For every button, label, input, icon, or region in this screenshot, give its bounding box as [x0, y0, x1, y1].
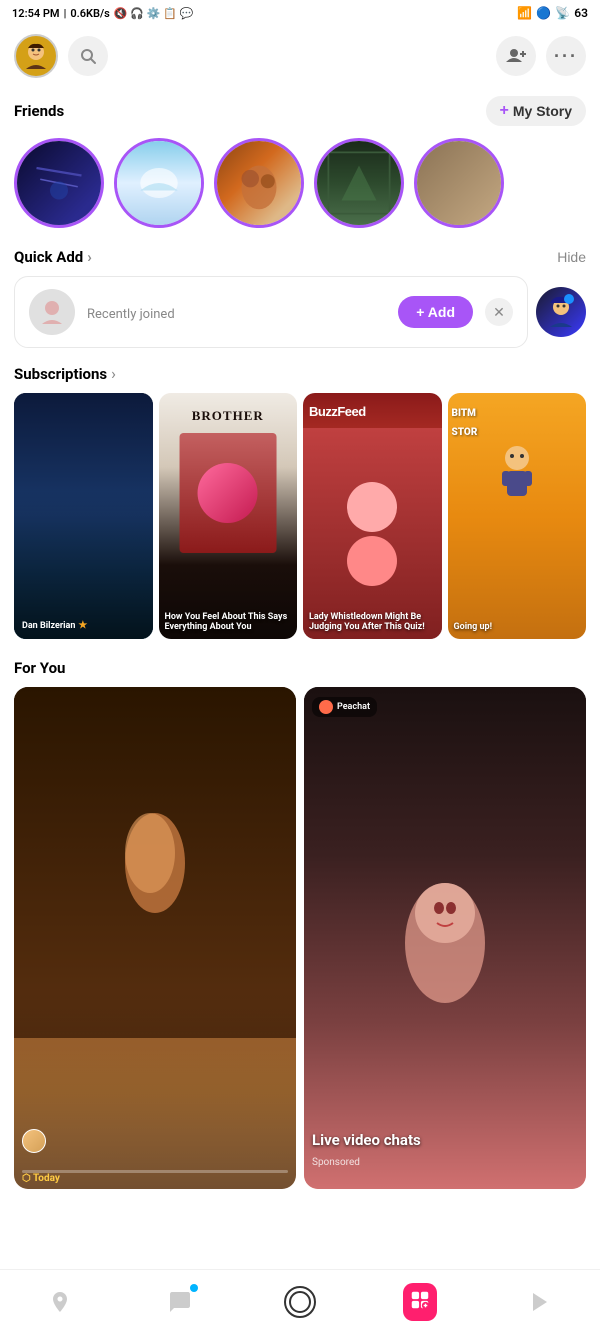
friends-title: Friends — [14, 102, 64, 120]
discover-active-background — [403, 1283, 437, 1321]
hide-button[interactable]: Hide — [557, 249, 586, 265]
bottom-navigation — [0, 1269, 600, 1333]
wifi-icon: 📶 — [517, 6, 532, 20]
subscriptions-title: Subscriptions — [14, 365, 107, 383]
story-item-2[interactable] — [114, 138, 204, 228]
add-friend-button[interactable] — [496, 36, 536, 76]
more-options-button[interactable]: ··· — [546, 36, 586, 76]
verified-star: ★ — [78, 620, 87, 631]
friends-section-header: Friends + My Story — [0, 86, 600, 132]
for-you-title: For You — [14, 659, 586, 677]
battery-text: 63 — [574, 6, 588, 20]
dismiss-button[interactable]: ✕ — [485, 298, 513, 326]
status-icons: 🔇 🎧 ⚙️ 📋 💬 — [114, 7, 193, 20]
app-header: ··· — [0, 26, 600, 86]
subscriptions-chevron: › — [111, 364, 116, 383]
brother-card-label: How You Feel About This Says Everything … — [165, 612, 292, 634]
add-button-label: + Add — [416, 304, 455, 320]
buzzfeed-card-label: Lady Whistledown Might Be Judging You Af… — [309, 612, 436, 634]
status-left: 12:54 PM | 0.6KB/s 🔇 🎧 ⚙️ 📋 💬 — [12, 7, 193, 20]
person-avatar — [29, 289, 75, 335]
status-network: | — [64, 7, 67, 20]
status-speed: 0.6KB/s — [70, 7, 110, 20]
bitmoji-card-label: Going up! — [454, 622, 581, 633]
quick-add-info: Recently joined — [87, 303, 386, 322]
my-story-label: My Story — [513, 103, 572, 119]
nav-spotlight[interactable] — [516, 1278, 564, 1326]
quick-add-section: Quick Add › Hide Recently joined + Add ✕ — [0, 242, 600, 354]
quick-add-title: Quick Add › — [14, 248, 92, 266]
sub-card-brother[interactable]: BROTHER How You Feel About This Says Eve… — [159, 393, 298, 639]
dan-bilzerian-label: Dan Bilzerian ★ — [22, 620, 87, 631]
story-item-3[interactable] — [214, 138, 304, 228]
quick-add-chevron: › — [87, 248, 92, 266]
story-item-1[interactable] — [14, 138, 104, 228]
side-avatar[interactable] — [536, 287, 586, 337]
my-story-button[interactable]: + My Story — [486, 96, 586, 126]
subscriptions-section: Subscriptions › Dan Bilzerian ★ BROTHER — [0, 354, 600, 649]
header-right: ··· — [496, 36, 586, 76]
quick-add-header: Quick Add › Hide — [14, 248, 586, 266]
sub-card-bitmoji[interactable]: BITMSTOR Going up! — [448, 393, 587, 639]
add-button[interactable]: + Add — [398, 296, 473, 328]
sub-card-buzzfeed[interactable]: BuzzFeed Lady Whistledown Might Be Judgi… — [303, 393, 442, 639]
header-left — [14, 34, 108, 78]
peachat-logo-text: Peachat — [337, 702, 370, 712]
today-label: ⬡ Today — [22, 1173, 60, 1184]
subscriptions-grid: Dan Bilzerian ★ BROTHER How You Feel Abo… — [14, 393, 586, 639]
bluetooth-icon: 🔵 — [536, 6, 551, 20]
for-you-grid: ⬡ Today — [14, 687, 586, 1188]
search-button[interactable] — [68, 36, 108, 76]
status-right: 📶 🔵 📡 63 — [517, 6, 588, 20]
subscriptions-header: Subscriptions › — [14, 364, 586, 383]
sponsored-label: Sponsored — [312, 1157, 360, 1168]
status-bar: 12:54 PM | 0.6KB/s 🔇 🎧 ⚙️ 📋 💬 📶 🔵 📡 63 — [0, 0, 600, 26]
nav-map[interactable] — [36, 1278, 84, 1326]
sub-card-dan[interactable]: Dan Bilzerian ★ — [14, 393, 153, 639]
signal-icon: 📡 — [555, 6, 570, 20]
live-video-label: Live video chats — [312, 1131, 421, 1149]
nav-camera[interactable] — [276, 1278, 324, 1326]
story-item-5[interactable] — [414, 138, 504, 228]
story-item-4[interactable] — [314, 138, 404, 228]
nav-discover[interactable] — [396, 1278, 444, 1326]
for-you-card-1[interactable]: ⬡ Today — [14, 687, 296, 1188]
status-time: 12:54 PM — [12, 7, 60, 20]
chat-notification-dot — [190, 1284, 198, 1292]
quick-add-subtitle: Recently joined — [87, 307, 175, 322]
quick-add-card: Recently joined + Add ✕ — [14, 276, 528, 348]
user-avatar[interactable] — [14, 34, 58, 78]
quick-add-label: Quick Add — [14, 248, 83, 266]
nav-chat[interactable] — [156, 1278, 204, 1326]
stories-row — [0, 132, 600, 242]
for-you-card-2[interactable]: Peachat Live video chats Sponsored — [304, 687, 586, 1188]
for-you-section: For You — [0, 649, 600, 1188]
